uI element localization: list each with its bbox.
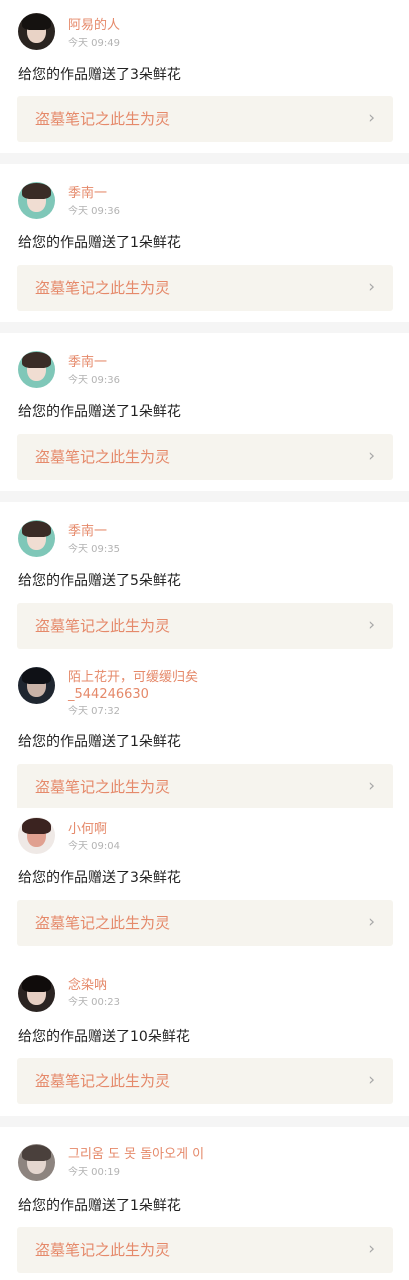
work-link-button[interactable]: 盗墓笔记之此生为灵 › — [17, 900, 393, 946]
work-title: 盗墓笔记之此生为灵 — [35, 110, 171, 128]
chevron-right-icon: › — [368, 277, 375, 297]
work-link-button[interactable]: 盗墓笔记之此生为灵 › — [17, 1058, 393, 1104]
timestamp: 今天 09:36 — [68, 206, 120, 217]
separator — [0, 491, 409, 502]
work-link-button[interactable]: 盗墓笔记之此生为灵 › — [17, 265, 393, 311]
user-name[interactable]: 念染呐 — [68, 977, 107, 994]
user-name[interactable]: 季南一 — [68, 185, 107, 202]
chevron-right-icon: › — [368, 1070, 375, 1090]
gift-entry: 季南一 今天 09:36 给您的作品赠送了1朵鲜花 盗墓笔记之此生为灵 › — [0, 333, 409, 491]
avatar[interactable] — [18, 13, 55, 50]
work-title: 盗墓笔记之此生为灵 — [35, 778, 171, 796]
avatar[interactable] — [18, 182, 55, 219]
timestamp: 今天 09:49 — [68, 38, 120, 49]
timestamp: 今天 07:32 — [68, 706, 120, 717]
user-name[interactable]: 陌上花开，可缓缓归矣_544246630 — [68, 669, 218, 703]
chevron-right-icon: › — [368, 615, 375, 635]
timestamp: 今天 09:35 — [68, 544, 120, 555]
avatar[interactable] — [18, 1144, 55, 1181]
work-link-button[interactable]: 盗墓笔记之此生为灵 › — [17, 764, 393, 810]
separator — [0, 322, 409, 333]
timestamp: 今天 00:19 — [68, 1167, 120, 1178]
gift-message: 给您的作品赠送了3朵鲜花 — [18, 870, 181, 886]
gift-entry: 念染呐 今天 00:23 给您的作品赠送了10朵鲜花 盗墓笔记之此生为灵 › — [0, 958, 409, 1116]
work-title: 盗墓笔记之此生为灵 — [35, 279, 171, 297]
gift-message: 给您的作品赠送了1朵鲜花 — [18, 734, 181, 750]
work-link-button[interactable]: 盗墓笔记之此生为灵 › — [17, 603, 393, 649]
chevron-right-icon: › — [368, 446, 375, 466]
gift-entry: 그리움 도 못 돌아오게 이 今天 00:19 给您的作品赠送了1朵鲜花 盗墓笔… — [0, 1127, 409, 1280]
gift-entry: 季南一 今天 09:35 给您的作品赠送了5朵鲜花 盗墓笔记之此生为灵 › — [0, 502, 409, 650]
gift-entry: 季南一 今天 09:36 给您的作品赠送了1朵鲜花 盗墓笔记之此生为灵 › — [0, 164, 409, 322]
avatar[interactable] — [18, 351, 55, 388]
work-title: 盗墓笔记之此生为灵 — [35, 1072, 171, 1090]
work-title: 盗墓笔记之此生为灵 — [35, 617, 171, 635]
work-title: 盗墓笔记之此生为灵 — [35, 914, 171, 932]
work-title: 盗墓笔记之此生为灵 — [35, 448, 171, 466]
work-link-button[interactable]: 盗墓笔记之此生为灵 › — [17, 1227, 393, 1273]
gift-entry: 阿易的人 今天 09:49 给您的作品赠送了3朵鲜花 盗墓笔记之此生为灵 › — [0, 0, 409, 153]
work-link-button[interactable]: 盗墓笔记之此生为灵 › — [17, 434, 393, 480]
user-name[interactable]: 季南一 — [68, 354, 107, 371]
avatar[interactable] — [18, 817, 55, 854]
timestamp: 今天 00:23 — [68, 997, 120, 1008]
gift-message: 给您的作品赠送了1朵鲜花 — [18, 404, 181, 420]
gift-message: 给您的作品赠送了1朵鲜花 — [18, 235, 181, 251]
gift-entry: 小何啊 今天 09:04 给您的作品赠送了3朵鲜花 盗墓笔记之此生为灵 › — [0, 808, 409, 958]
chevron-right-icon: › — [368, 912, 375, 932]
gift-message: 给您的作品赠送了10朵鲜花 — [18, 1029, 190, 1045]
user-name[interactable]: 小何啊 — [68, 821, 107, 838]
separator — [0, 1116, 409, 1127]
gift-message: 给您的作品赠送了1朵鲜花 — [18, 1198, 181, 1214]
separator — [0, 153, 409, 164]
chevron-right-icon: › — [368, 108, 375, 128]
user-name[interactable]: 季南一 — [68, 523, 107, 540]
timestamp: 今天 09:36 — [68, 375, 120, 386]
user-name[interactable]: 그리움 도 못 돌아오게 이 — [68, 1146, 204, 1163]
chevron-right-icon: › — [368, 1239, 375, 1259]
gift-message: 给您的作品赠送了5朵鲜花 — [18, 573, 181, 589]
gift-message: 给您的作品赠送了3朵鲜花 — [18, 67, 181, 83]
work-link-button[interactable]: 盗墓笔记之此生为灵 › — [17, 96, 393, 142]
user-name[interactable]: 阿易的人 — [68, 17, 120, 34]
gift-entry: 陌上花开，可缓缓归矣_544246630 今天 07:32 给您的作品赠送了1朵… — [0, 650, 409, 815]
work-title: 盗墓笔记之此生为灵 — [35, 1241, 171, 1259]
chevron-right-icon: › — [368, 776, 375, 796]
timestamp: 今天 09:04 — [68, 841, 120, 852]
avatar[interactable] — [18, 975, 55, 1012]
avatar[interactable] — [18, 667, 55, 704]
avatar[interactable] — [18, 520, 55, 557]
